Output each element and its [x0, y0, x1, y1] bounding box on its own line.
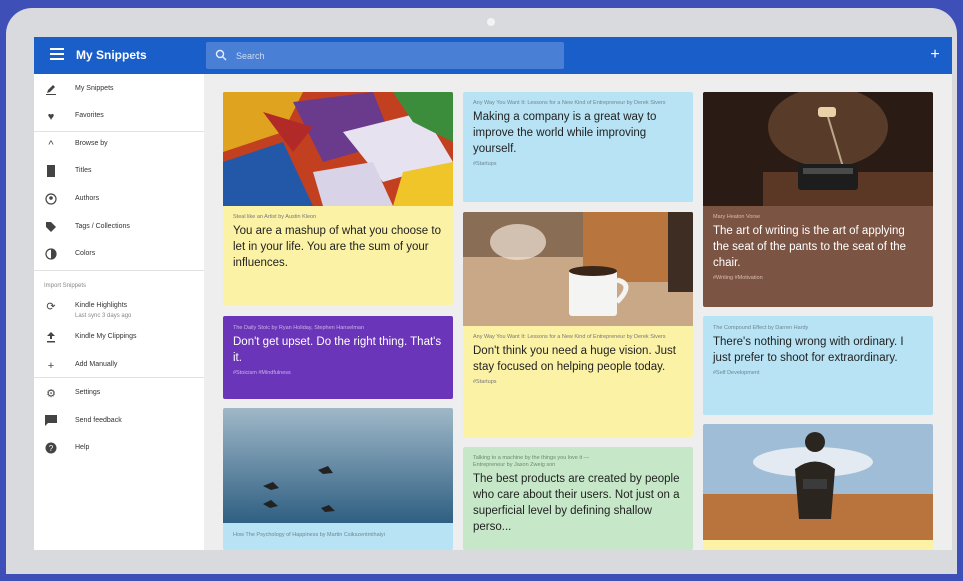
app-title: My Snippets: [76, 48, 147, 62]
divider: [34, 377, 204, 378]
card-tags: #Writing #Motivation: [713, 275, 763, 281]
sync-icon: ⟳: [46, 301, 56, 313]
card-quote: Making a company is a great way to impro…: [473, 111, 657, 155]
birds-on-water-image: [223, 408, 453, 523]
sidebar-item-label: Colors: [75, 250, 96, 257]
card-source: Steal like an Artist by Austin Kleon: [233, 214, 317, 220]
card-content: Mary Heaton Vorse The art of writing is …: [703, 214, 933, 281]
snippet-card[interactable]: How The Psychology of Happiness by Marti…: [223, 408, 453, 550]
sidebar-item-help[interactable]: ? Help: [34, 438, 204, 460]
heart-icon: ♥: [47, 111, 55, 123]
sidebar-item-kindle-highlights[interactable]: ⟳ Kindle Highlights Last sync 3 days ago: [34, 296, 204, 324]
card-source: The Compound Effect by Darren Hardy: [713, 325, 809, 331]
add-snippet-button[interactable]: +: [926, 46, 944, 64]
help-icon: ?: [44, 442, 58, 456]
import-section-label: Import Snippets: [44, 283, 87, 289]
sidebar-item-titles[interactable]: Titles: [34, 161, 204, 183]
webcam-dot: [487, 18, 495, 26]
sidebar-item-add-manually[interactable]: + Add Manually: [34, 355, 204, 377]
snippet-card[interactable]: The Compound Effect by Darren Hardy Ther…: [703, 316, 933, 415]
sidebar: My Snippets ♥ Favorites ^ Browse by Titl…: [34, 74, 204, 550]
card-tags: #Self Development: [713, 370, 760, 376]
search-icon: [215, 49, 227, 61]
card-quote: You are a mashup of what you choose to l…: [233, 225, 441, 269]
card-source: How The Psychology of Happiness by Marti…: [233, 532, 385, 538]
snippet-card[interactable]: Mary Heaton Vorse The art of writing is …: [703, 92, 933, 307]
card-tags: #Startups: [473, 379, 497, 385]
sidebar-item-favorites[interactable]: ♥ Favorites: [34, 106, 204, 128]
sidebar-item-label: Add Manually: [75, 361, 118, 368]
card-content: Any Way You Want It: Lessons for a New K…: [463, 100, 693, 167]
snippet-card[interactable]: [703, 424, 933, 550]
sidebar-item-label: Help: [75, 444, 90, 451]
divider: [34, 270, 204, 271]
sidebar-item-send-feedback[interactable]: Send feedback: [34, 411, 204, 433]
app-bar: My Snippets +: [34, 37, 952, 74]
sidebar-item-label: My Snippets: [75, 85, 114, 92]
sidebar-item-label: Kindle Highlights: [75, 302, 128, 309]
card-source-line-2: Entrepreneur by Jason Zweig son: [473, 462, 556, 468]
sidebar-item-label: Authors: [75, 195, 100, 202]
sidebar-item-tags[interactable]: Tags / Collections: [34, 217, 204, 239]
snippet-card[interactable]: Talking to a machine by the things you l…: [463, 447, 693, 550]
sidebar-item-label: Favorites: [75, 112, 104, 119]
book-icon: [44, 165, 58, 179]
card-content: The Compound Effect by Darren Hardy Ther…: [703, 325, 933, 376]
tag-icon: [44, 221, 58, 235]
card-content: Any Way You Want It: Lessons for a New K…: [463, 334, 693, 385]
card-source: The Daily Stoic by Ryan Holiday, Stephen…: [233, 325, 365, 331]
search-box[interactable]: [206, 42, 564, 69]
sidebar-item-authors[interactable]: Authors: [34, 189, 204, 211]
card-quote: There's nothing wrong with ordinary. I j…: [713, 336, 904, 364]
menu-icon[interactable]: [50, 48, 64, 62]
sidebar-item-label: Browse by: [75, 140, 108, 147]
card-content: The Daily Stoic by Ryan Holiday, Stephen…: [223, 325, 453, 376]
card-tags: #Stoicism #Mindfulness: [233, 370, 291, 376]
card-quote: Don't think you need a huge vision. Just…: [473, 345, 676, 373]
chevron-up-icon: ^: [48, 139, 54, 151]
sync-status: Last sync 3 days ago: [75, 313, 132, 319]
plus-icon: +: [47, 360, 55, 372]
sidebar-item-browse-by[interactable]: ^ Browse by: [34, 134, 204, 156]
sidebar-item-my-snippets[interactable]: My Snippets: [34, 79, 204, 101]
gear-icon: ⚙: [46, 388, 56, 400]
snippet-card[interactable]: Steal like an Artist by Austin Kleon You…: [223, 92, 453, 305]
snippet-grid: Steal like an Artist by Austin Kleon You…: [204, 74, 952, 550]
feedback-icon: [44, 415, 58, 429]
card-content: Steal like an Artist by Austin Kleon You…: [223, 214, 453, 271]
sidebar-item-label: Kindle My Clippings: [75, 333, 137, 340]
sidebar-item-label: Titles: [75, 167, 92, 174]
search-input[interactable]: [236, 48, 556, 63]
contrast-icon: [44, 248, 58, 262]
card-quote: The best products are created by people …: [473, 473, 680, 533]
app-window: My Snippets + My Snippets ♥ Favorites ^ …: [34, 37, 952, 550]
sidebar-item-label: Send feedback: [75, 417, 122, 424]
abstract-painting-image: [223, 92, 453, 206]
divider: [34, 131, 204, 132]
card-quote: The art of writing is the art of applyin…: [713, 225, 907, 269]
snippet-card[interactable]: Any Way You Want It: Lessons for a New K…: [463, 92, 693, 202]
sidebar-item-settings[interactable]: ⚙ Settings: [34, 383, 204, 405]
snippet-card[interactable]: The Daily Stoic by Ryan Holiday, Stephen…: [223, 316, 453, 399]
card-quote: Don't get upset. Do the right thing. Tha…: [233, 336, 442, 364]
typewriter-image: [703, 92, 933, 206]
svg-text:?: ?: [49, 444, 54, 453]
sidebar-item-kindle-clippings[interactable]: Kindle My Clippings: [34, 327, 204, 349]
card-source: Mary Heaton Vorse: [713, 214, 761, 220]
coffee-cup-image: [463, 212, 693, 326]
person-icon: [44, 193, 58, 207]
upload-icon: [44, 331, 58, 345]
sidebar-item-label: Settings: [75, 389, 101, 396]
person-in-field-image: [703, 424, 933, 540]
sidebar-item-colors[interactable]: Colors: [34, 244, 204, 266]
snippet-card[interactable]: Any Way You Want It: Lessons for a New K…: [463, 212, 693, 437]
pencil-icon: [44, 83, 58, 97]
card-tags: #Startups: [473, 161, 497, 167]
sidebar-item-label: Tags / Collections: [75, 223, 130, 230]
card-content: How The Psychology of Happiness by Marti…: [223, 532, 453, 539]
card-source: Any Way You Want It: Lessons for a New K…: [473, 100, 666, 106]
card-content: Talking to a machine by the things you l…: [463, 455, 693, 535]
card-source: Any Way You Want It: Lessons for a New K…: [473, 334, 666, 340]
card-source: Talking to a machine by the things you l…: [473, 455, 590, 461]
